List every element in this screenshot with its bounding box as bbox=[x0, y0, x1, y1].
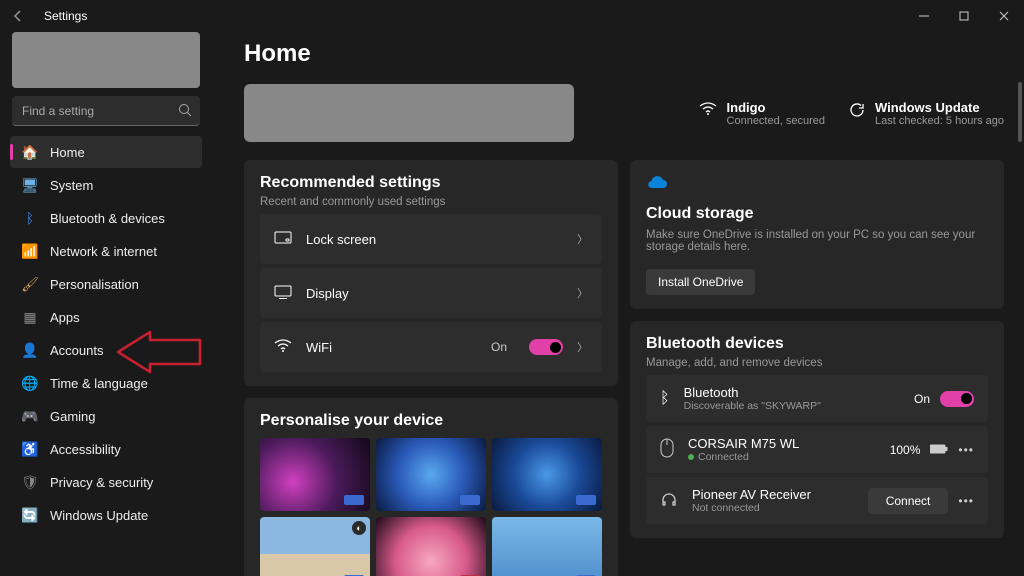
personalise-card: Personalise your device ◐ bbox=[244, 398, 618, 576]
sidebar-item-home[interactable]: 🏠 Home bbox=[10, 136, 202, 168]
scrollbar[interactable] bbox=[1018, 82, 1022, 142]
cloud-icon bbox=[646, 174, 988, 195]
wifi-icon bbox=[274, 339, 292, 356]
back-button[interactable] bbox=[8, 6, 28, 26]
mouse-icon bbox=[660, 438, 674, 461]
headphones-icon bbox=[660, 490, 678, 511]
nav-label: Privacy & security bbox=[50, 475, 153, 490]
sidebar-item-system[interactable]: 🖥 System bbox=[10, 169, 202, 201]
nav-label: System bbox=[50, 178, 93, 193]
bluetooth-icon: ᛒ bbox=[660, 390, 670, 408]
more-button[interactable]: ••• bbox=[958, 494, 974, 508]
sidebar-item-bluetooth[interactable]: ᛒ Bluetooth & devices bbox=[10, 202, 202, 234]
window-title: Settings bbox=[44, 9, 87, 23]
personalisation-icon: 🖌 bbox=[22, 276, 38, 292]
search-icon bbox=[178, 103, 192, 120]
battery-icon bbox=[930, 443, 948, 457]
sidebar-item-time[interactable]: 🌐 Time & language bbox=[10, 367, 202, 399]
sidebar-item-apps[interactable]: ▦ Apps bbox=[10, 301, 202, 333]
nav-label: Network & internet bbox=[50, 244, 157, 259]
profile-card[interactable] bbox=[12, 32, 200, 88]
bluetooth-card: Bluetooth devices Manage, add, and remov… bbox=[630, 321, 1004, 538]
nav-label: Accessibility bbox=[50, 442, 121, 457]
connect-button[interactable]: Connect bbox=[868, 488, 949, 514]
sidebar-item-gaming[interactable]: 🎮 Gaming bbox=[10, 400, 202, 432]
sidebar-item-network[interactable]: 📶 Network & internet bbox=[10, 235, 202, 267]
system-icon: 🖥 bbox=[22, 177, 38, 193]
nav-label: Gaming bbox=[50, 409, 96, 424]
nav-label: Accounts bbox=[50, 343, 103, 358]
theme-option[interactable] bbox=[492, 438, 602, 511]
chevron-right-icon: 〉 bbox=[577, 339, 588, 355]
sidebar-item-update[interactable]: 🔄 Windows Update bbox=[10, 499, 202, 531]
wifi-icon bbox=[699, 102, 717, 119]
wifi-status[interactable]: Indigo Connected, secured bbox=[699, 100, 825, 127]
update-icon: 🔄 bbox=[22, 507, 38, 523]
network-icon: 📶 bbox=[22, 243, 38, 259]
time-icon: 🌐 bbox=[22, 375, 38, 391]
home-icon: 🏠 bbox=[22, 144, 38, 160]
sidebar-item-personalisation[interactable]: 🖌 Personalisation bbox=[10, 268, 202, 300]
bluetooth-toggle[interactable] bbox=[940, 391, 974, 407]
cloud-card: Cloud storage Make sure OneDrive is inst… bbox=[630, 160, 1004, 309]
theme-option[interactable] bbox=[260, 438, 370, 511]
setting-row-display[interactable]: Display〉 bbox=[260, 268, 602, 318]
nav-label: Apps bbox=[50, 310, 80, 325]
device-preview bbox=[244, 84, 574, 142]
bt-device-row[interactable]: CORSAIR M75 WL Connected 100% ••• bbox=[646, 426, 988, 473]
lock-icon bbox=[274, 231, 292, 248]
chevron-right-icon: 〉 bbox=[577, 285, 588, 301]
display-icon bbox=[274, 285, 292, 302]
search-input[interactable] bbox=[12, 96, 200, 126]
update-icon bbox=[849, 102, 865, 121]
theme-option[interactable] bbox=[376, 438, 486, 511]
nav-label: Bluetooth & devices bbox=[50, 211, 165, 226]
theme-option[interactable]: ◐ bbox=[260, 517, 370, 576]
nav-label: Windows Update bbox=[50, 508, 148, 523]
apps-icon: ▦ bbox=[22, 309, 38, 325]
more-button[interactable]: ••• bbox=[958, 443, 974, 457]
setting-row-wifi[interactable]: WiFiOn〉 bbox=[260, 322, 602, 372]
sidebar-item-accessibility[interactable]: ♿ Accessibility bbox=[10, 433, 202, 465]
recommended-card: Recommended settings Recent and commonly… bbox=[244, 160, 618, 386]
privacy-icon: 🛡 bbox=[22, 474, 38, 490]
bluetooth-toggle-row[interactable]: ᛒ Bluetooth Discoverable as "SKYWARP" On bbox=[646, 375, 988, 422]
theme-option[interactable] bbox=[376, 517, 486, 576]
theme-option[interactable] bbox=[492, 517, 602, 576]
accounts-icon: 👤 bbox=[22, 342, 38, 358]
titlebar: Settings bbox=[0, 0, 1024, 32]
setting-row-lock[interactable]: Lock screen〉 bbox=[260, 214, 602, 264]
sidebar: 🏠 Home 🖥 System ᛒ Bluetooth & devices 📶 Network… bbox=[0, 32, 212, 576]
nav-label: Home bbox=[50, 145, 85, 160]
gaming-icon: 🎮 bbox=[22, 408, 38, 424]
nav-label: Time & language bbox=[50, 376, 148, 391]
wifi-toggle[interactable] bbox=[529, 339, 563, 355]
sidebar-item-privacy[interactable]: 🛡 Privacy & security bbox=[10, 466, 202, 498]
content-area: Home Indigo Connected, secured Windows U… bbox=[212, 32, 1024, 576]
accessibility-icon: ♿ bbox=[22, 441, 38, 457]
bluetooth-icon: ᛒ bbox=[22, 210, 38, 226]
close-button[interactable] bbox=[984, 0, 1024, 32]
page-title: Home bbox=[244, 40, 1004, 68]
minimize-button[interactable] bbox=[904, 0, 944, 32]
chevron-right-icon: 〉 bbox=[577, 231, 588, 247]
update-status[interactable]: Windows Update Last checked: 5 hours ago bbox=[849, 100, 1004, 127]
bt-device-row[interactable]: Pioneer AV Receiver Not connected Connec… bbox=[646, 477, 988, 524]
sidebar-item-accounts[interactable]: 👤 Accounts bbox=[10, 334, 202, 366]
maximize-button[interactable] bbox=[944, 0, 984, 32]
nav-label: Personalisation bbox=[50, 277, 139, 292]
install-onedrive-button[interactable]: Install OneDrive bbox=[646, 269, 755, 295]
